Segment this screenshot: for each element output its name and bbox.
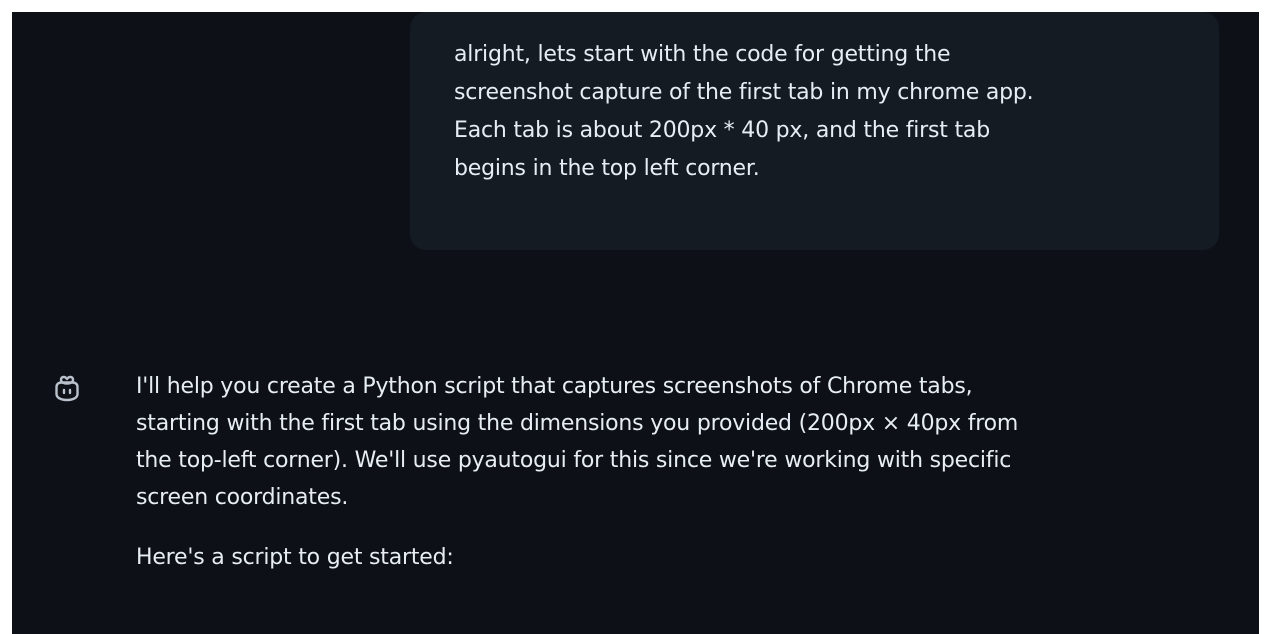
assistant-message-body: I'll help you create a Python script tha… [136, 368, 1246, 576]
assistant-paragraph: I'll help you create a Python script tha… [136, 374, 1019, 510]
chat-conversation: alright, lets start with the code for ge… [12, 12, 1259, 634]
copilot-icon [52, 373, 82, 403]
assistant-paragraph: Here's a script to get started: [136, 545, 454, 570]
user-message-bubble: alright, lets start with the code for ge… [410, 12, 1219, 250]
user-message-text: alright, lets start with the code for ge… [454, 42, 1034, 181]
